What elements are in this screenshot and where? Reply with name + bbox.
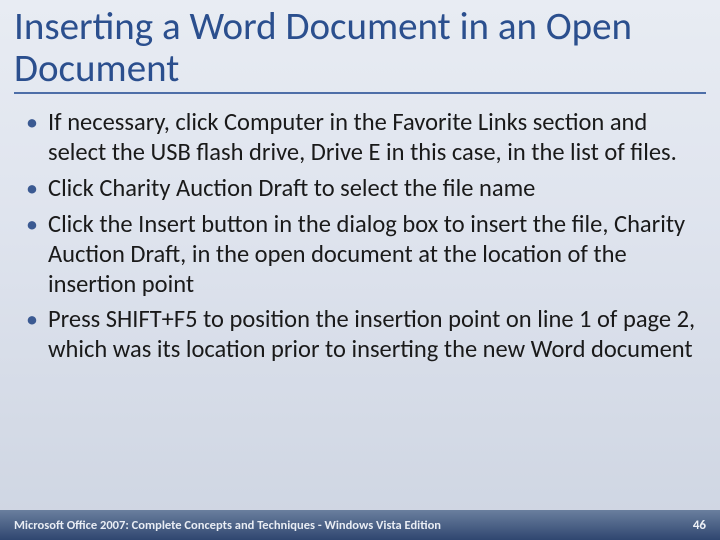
list-item: Click Charity Auction Draft to select th… (20, 174, 700, 204)
footer-text: Microsoft Office 2007: Complete Concepts… (14, 518, 441, 533)
footer-bar: Microsoft Office 2007: Complete Concepts… (0, 510, 720, 540)
title-block: Inserting a Word Document in an Open Doc… (0, 0, 720, 94)
page-number: 46 (693, 518, 706, 533)
list-item: Press SHIFT+F5 to position the insertion… (20, 305, 700, 365)
list-item: If necessary, click Computer in the Favo… (20, 108, 700, 168)
slide-title: Inserting a Word Document in an Open Doc… (14, 6, 706, 94)
list-item: Click the Insert button in the dialog bo… (20, 210, 700, 300)
slide: Inserting a Word Document in an Open Doc… (0, 0, 720, 540)
bullet-list: If necessary, click Computer in the Favo… (20, 108, 700, 365)
body-block: If necessary, click Computer in the Favo… (0, 94, 720, 540)
